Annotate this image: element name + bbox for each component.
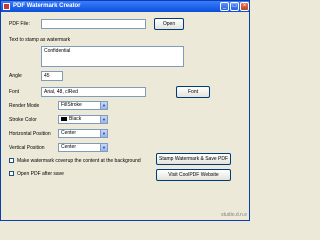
chevron-down-icon[interactable]: ▼	[100, 130, 107, 137]
stroke-color-value: Black	[69, 116, 82, 122]
stamp-text-textarea[interactable]: Confidential	[41, 46, 184, 67]
font-input[interactable]: Arial, 48, clRed	[41, 87, 146, 97]
visit-website-button[interactable]: Visit CoolPDF Website	[156, 169, 231, 181]
app-icon	[3, 3, 10, 10]
vertical-position-value: Center	[61, 144, 77, 150]
coverup-checkbox[interactable]	[9, 158, 14, 163]
color-swatch	[61, 116, 67, 121]
horizontal-position-label: Horizontal Position	[9, 131, 51, 137]
title-bar[interactable]: PDF Watermark Creator _ □ ×	[1, 1, 249, 12]
chevron-down-icon[interactable]: ▼	[100, 116, 107, 123]
render-mode-label: Render Mode	[9, 103, 40, 109]
vertical-position-label: Vertical Position	[9, 145, 45, 151]
open-after-save-label: Open PDF after save	[17, 171, 64, 177]
pdf-file-label: PDF File:	[9, 21, 30, 27]
angle-label: Angle	[9, 73, 22, 79]
window-title: PDF Watermark Creator	[13, 3, 81, 9]
minimize-button[interactable]: _	[220, 2, 229, 11]
app-window: PDF Watermark Creator _ □ × PDF File: Op…	[0, 0, 250, 221]
open-after-save-checkbox[interactable]	[9, 171, 14, 176]
render-mode-value: FillStroke	[61, 102, 82, 108]
maximize-button[interactable]: □	[230, 2, 239, 11]
site-watermark: studio.d.n.e	[221, 212, 247, 218]
open-button[interactable]: Open	[154, 18, 184, 30]
chevron-down-icon[interactable]: ▼	[100, 144, 107, 151]
close-button[interactable]: ×	[240, 2, 249, 11]
angle-input[interactable]: 45	[41, 71, 63, 81]
pdf-file-input[interactable]	[41, 19, 146, 29]
horizontal-position-value: Center	[61, 130, 77, 136]
stroke-color-label: Stroke Color	[9, 117, 37, 123]
vertical-position-select[interactable]: Center ▼	[58, 143, 108, 152]
render-mode-select[interactable]: FillStroke ▼	[58, 101, 108, 110]
font-label: Font	[9, 89, 20, 95]
coverup-label: Make watermark coverup the content at th…	[17, 158, 141, 164]
stamp-save-button[interactable]: Stamp Watermark & Save PDF	[156, 153, 231, 165]
horizontal-position-select[interactable]: Center ▼	[58, 129, 108, 138]
font-button[interactable]: Font	[176, 86, 210, 98]
chevron-down-icon[interactable]: ▼	[100, 102, 107, 109]
stroke-color-select[interactable]: Black ▼	[58, 115, 108, 124]
stamp-text-label: Text to stamp as watermark	[9, 37, 71, 43]
